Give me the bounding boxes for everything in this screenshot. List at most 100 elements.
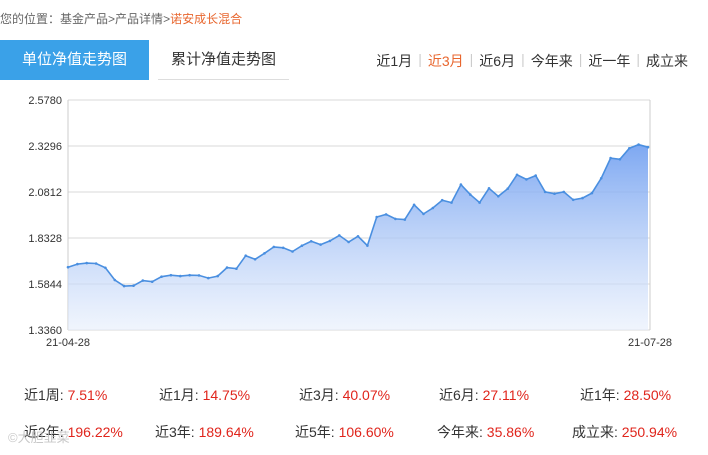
x-tick-label: 21-07-28 (628, 337, 672, 349)
stat-label: 近1周: (24, 387, 64, 403)
breadcrumb-current: 诺安成长混合 (170, 12, 243, 26)
stat-3m: 近3月: 40.07% (299, 385, 390, 405)
data-point (590, 191, 594, 195)
data-point (347, 240, 350, 244)
stat-label: 今年来: (437, 424, 483, 440)
data-point (66, 265, 70, 269)
range-6m[interactable]: 近6月 (473, 51, 521, 71)
data-point (553, 192, 556, 195)
data-point (543, 190, 547, 194)
stat-value: 250.94% (621, 424, 678, 440)
data-point (646, 145, 650, 149)
data-point (94, 262, 98, 265)
stat-label: 近5年: (295, 424, 335, 440)
breadcrumb: 您的位置：基金产品>产品详情>诺安成长混合 (0, 0, 708, 36)
data-point (459, 183, 463, 186)
range-3m[interactable]: 近3月 (422, 51, 470, 71)
data-point (263, 252, 266, 255)
stat-value: 196.22% (67, 424, 123, 440)
y-tick-label: 1.3360 (28, 325, 62, 337)
stat-3y: 近3年: 189.64% (155, 422, 254, 442)
range-1m[interactable]: 近1月 (370, 51, 418, 71)
data-point (132, 284, 135, 287)
data-point (487, 187, 491, 190)
data-point (104, 266, 107, 270)
data-point (235, 267, 238, 270)
stat-5y: 近5年: 106.60% (295, 422, 394, 442)
stat-value: 27.11% (482, 387, 530, 403)
data-point (272, 245, 276, 249)
data-point (515, 173, 519, 177)
data-point (375, 215, 379, 219)
data-point (525, 178, 528, 181)
data-point (113, 278, 117, 282)
x-tick-label: 21-04-28 (46, 337, 90, 349)
stat-value: 14.75% (202, 387, 251, 403)
data-point (207, 276, 210, 280)
stat-label: 近1月: (159, 387, 199, 403)
stat-1y: 近1年: 28.50% (580, 385, 671, 405)
data-point (141, 279, 145, 282)
stat-1w: 近1周: 7.51% (24, 385, 107, 405)
breadcrumb-prefix: 您的位置： (0, 12, 61, 26)
breadcrumb-item-product-details[interactable]: 产品详情 (115, 12, 163, 26)
data-point (356, 235, 360, 238)
stat-label: 近3年: (155, 424, 195, 440)
tab-cumulative-nav-trend[interactable]: 累计净值走势图 (158, 40, 289, 80)
stat-value: 189.64% (198, 424, 254, 440)
data-point (122, 284, 126, 288)
y-tick-label: 1.8328 (28, 233, 62, 245)
y-tick-label: 2.0812 (28, 187, 62, 199)
data-point (338, 234, 341, 237)
stat-6m: 近6月: 27.11% (439, 385, 529, 405)
data-point (609, 156, 612, 160)
data-point (366, 244, 369, 247)
range-1y[interactable]: 近一年 (582, 51, 636, 71)
stat-value: 40.07% (342, 387, 391, 403)
data-point (422, 212, 425, 216)
tab-unit-nav-trend[interactable]: 单位净值走势图 (0, 40, 149, 80)
data-point (506, 187, 510, 190)
data-point (562, 190, 566, 194)
stat-value: 106.60% (338, 424, 394, 440)
data-point (599, 177, 603, 180)
data-point (431, 206, 435, 210)
data-point (637, 143, 640, 146)
stat-label: 近3月: (299, 387, 339, 403)
data-point (244, 254, 247, 257)
stat-ytd: 今年来: 35.86% (437, 422, 534, 442)
stat-value: 28.50% (623, 387, 672, 403)
range-ytd[interactable]: 今年来 (525, 51, 579, 71)
nav-trend-chart[interactable]: 2.57802.32962.08121.83281.58441.336021-0… (0, 88, 708, 358)
data-point (197, 274, 201, 277)
data-point (440, 198, 444, 202)
breadcrumb-item-fund-products[interactable]: 基金产品 (60, 12, 108, 26)
data-point (160, 275, 163, 278)
data-point (179, 274, 182, 278)
data-point (618, 158, 622, 161)
range-since-inception[interactable]: 成立来 (640, 51, 694, 71)
y-tick-label: 2.5780 (28, 95, 62, 107)
data-point (225, 266, 229, 269)
data-point (412, 203, 416, 207)
data-point (403, 218, 407, 221)
data-point (328, 239, 332, 243)
stat-label: 近1年: (580, 387, 620, 403)
data-point (76, 262, 79, 266)
data-point (216, 274, 219, 278)
stat-1m: 近1月: 14.75% (159, 385, 250, 405)
data-point (394, 217, 397, 221)
data-point (469, 193, 472, 196)
stat-value: 35.86% (486, 424, 535, 440)
data-point (450, 201, 453, 204)
data-point (281, 246, 285, 250)
data-point (309, 240, 313, 243)
range-selector: 近1月 | 近3月 | 近6月 | 今年来 | 近一年 | 成立来 (370, 51, 694, 71)
data-point (571, 198, 575, 202)
stat-since-inception: 成立来: 250.94% (572, 422, 677, 442)
data-point (291, 250, 294, 253)
data-point (253, 258, 257, 261)
stat-label: 近6月: (439, 387, 479, 403)
data-point (85, 261, 88, 265)
data-point (628, 147, 631, 150)
